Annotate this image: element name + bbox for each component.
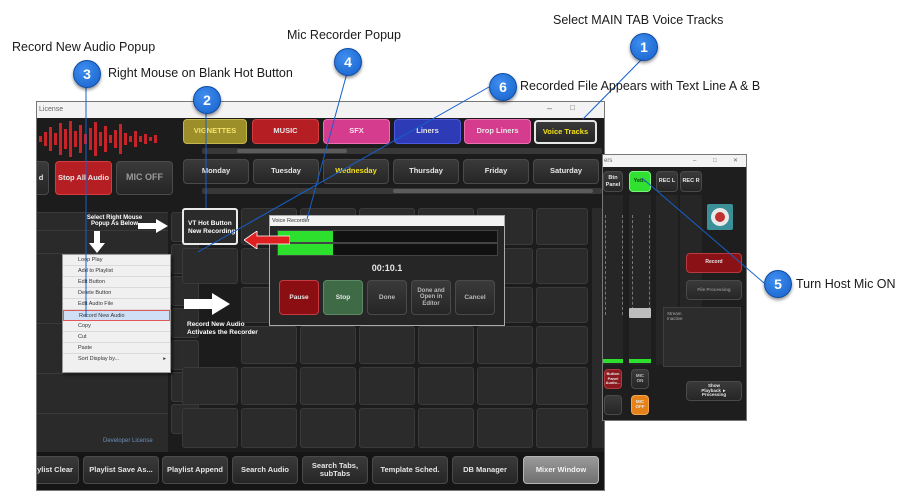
callout-6-text: Recorded File Appears with Text Line A &… xyxy=(520,79,761,93)
callout-4-badge: 4 xyxy=(334,48,362,76)
callout-3-text: Record New Audio Popup xyxy=(12,40,156,54)
callout-1-badge: 1 xyxy=(630,33,658,61)
callout-1-text: Select MAIN TAB Voice Tracks xyxy=(553,13,724,27)
callout-2-text: Right Mouse on Blank Hot Button xyxy=(108,66,293,80)
callout-3-badge: 3 xyxy=(73,60,101,88)
callout-6-badge: 6 xyxy=(489,73,517,101)
callout-5-badge: 5 xyxy=(764,270,792,298)
callout-5-text: Turn Host Mic ON xyxy=(796,277,896,291)
callout-4-text: Mic Recorder Popup xyxy=(287,28,401,42)
callout-2-badge: 2 xyxy=(193,86,221,114)
